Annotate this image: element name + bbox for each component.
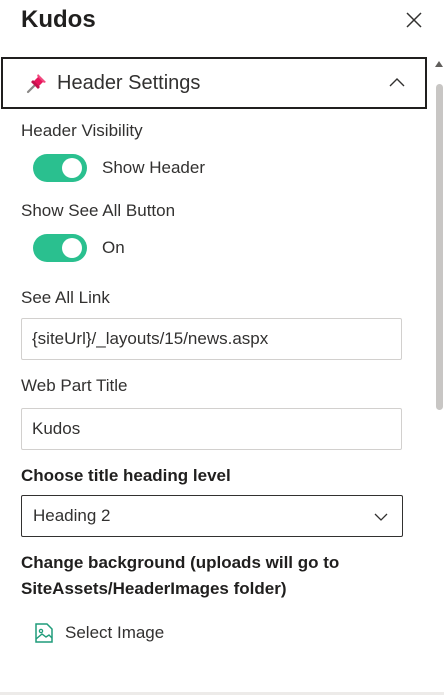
background-label-line2: SiteAssets/HeaderImages folder)	[21, 579, 287, 598]
toggle-knob	[62, 238, 82, 258]
pane-content: Header Settings Header Visibility Show H…	[0, 56, 444, 695]
heading-level-dropdown[interactable]: Heading 2	[21, 495, 403, 537]
section-label: Header Settings	[57, 71, 201, 94]
header-visibility-toggle-text: Show Header	[102, 158, 206, 177]
see-all-toggle-text: On	[102, 238, 125, 257]
see-all-link-input[interactable]	[21, 318, 402, 360]
see-all-link-label: See All Link	[21, 288, 110, 307]
close-button[interactable]	[398, 4, 430, 36]
property-pane: Kudos Header Settings Header Visibility …	[0, 0, 444, 695]
header-settings-group[interactable]: Header Settings	[1, 57, 427, 109]
scrollbar[interactable]	[434, 56, 444, 695]
scroll-thumb[interactable]	[436, 84, 443, 410]
select-image-label: Select Image	[65, 623, 165, 642]
header-visibility-toggle-row: Show Header	[33, 154, 205, 182]
web-part-title-input[interactable]	[21, 408, 402, 450]
image-icon	[35, 623, 53, 643]
scroll-up-arrow[interactable]	[435, 61, 443, 67]
select-image-button[interactable]: Select Image	[33, 622, 164, 644]
see-all-button-label: Show See All Button	[21, 201, 176, 220]
chevron-down-icon	[374, 513, 388, 521]
background-label-line1: Change background (uploads will go to	[21, 553, 340, 572]
see-all-toggle-row: On	[33, 234, 125, 262]
heading-level-label: Choose title heading level	[21, 466, 231, 485]
header-visibility-toggle[interactable]	[33, 154, 87, 182]
pushpin-icon	[23, 70, 49, 96]
header-visibility-label: Header Visibility	[21, 121, 143, 140]
toggle-knob	[62, 158, 82, 178]
chevron-up-icon[interactable]	[387, 73, 407, 93]
web-part-title-label: Web Part Title	[21, 376, 128, 395]
see-all-toggle[interactable]	[33, 234, 87, 262]
panel-header: Kudos	[0, 0, 444, 56]
heading-level-value: Heading 2	[33, 506, 111, 525]
panel-title: Kudos	[21, 6, 96, 33]
close-icon	[406, 12, 422, 28]
